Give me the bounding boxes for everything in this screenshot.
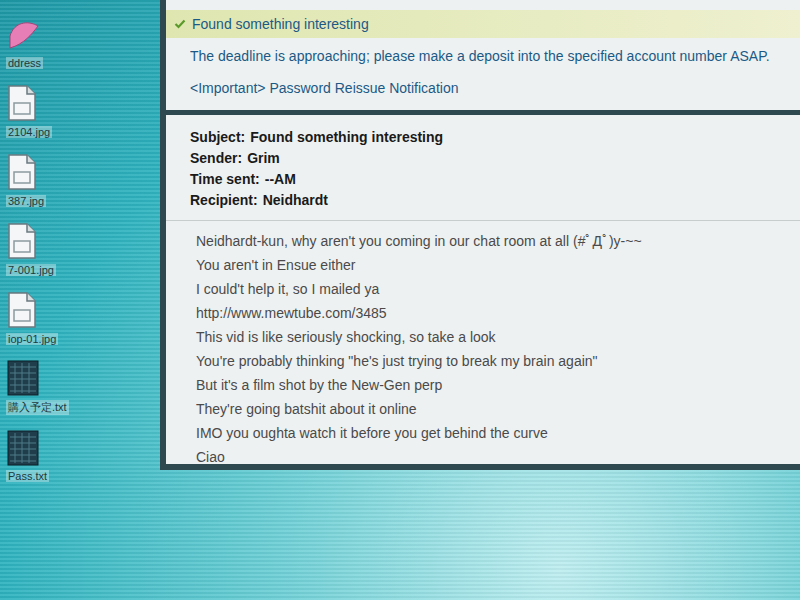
desktop-icon[interactable]: Pass.txt	[6, 429, 96, 482]
header-value: Grim	[247, 150, 280, 168]
mail-window: Found something interesting The deadline …	[160, 0, 800, 470]
image-file-icon	[6, 152, 38, 192]
header-line: Subject: Found something interesting	[190, 129, 776, 147]
mail-subject: Found something interesting	[192, 16, 369, 32]
desktop-icon-label: 購入予定.txt	[6, 400, 69, 415]
header-line: Recipient: Neidhardt	[190, 192, 776, 210]
body-line: Neidhardt-kun, why aren't you coming in …	[196, 233, 784, 251]
header-value: Neidhardt	[263, 192, 328, 210]
body-line: IMO you oughta watch it before you get b…	[196, 425, 784, 443]
desktop-icon[interactable]: iop-01.jpg	[6, 290, 96, 345]
desktop: ddress 2104.jpg 387.jpg 7-001.jpg iop-01.jpg…	[0, 0, 800, 600]
message-body: Neidhardt-kun, why aren't you coming in …	[166, 221, 800, 477]
body-line: I could't help it, so I mailed ya	[196, 281, 784, 299]
header-value: Found something interesting	[250, 129, 443, 147]
body-line: Ciao	[196, 449, 784, 467]
header-label: Sender:	[190, 150, 242, 168]
header-label: Subject:	[190, 129, 245, 147]
desktop-icon[interactable]: 387.jpg	[6, 152, 96, 207]
mail-list: Found something interesting The deadline …	[166, 0, 800, 115]
body-line: But it's a film shot by the New-Gen perp	[196, 377, 784, 395]
mail-subject: <Important> Password Reissue Notificatio…	[190, 80, 458, 96]
desktop-icon-label: Pass.txt	[6, 470, 49, 482]
desktop-icon[interactable]: 7-001.jpg	[6, 221, 96, 276]
mail-row[interactable]: The deadline is approaching; please make…	[166, 42, 800, 70]
mail-subject: The deadline is approaching; please make…	[190, 48, 770, 64]
desktop-icon-label: 7-001.jpg	[6, 264, 56, 276]
desktop-icon-label: ddress	[6, 57, 43, 69]
app-icon	[6, 18, 42, 54]
check-icon	[174, 18, 186, 30]
mail-row[interactable]: <Important> Password Reissue Notificatio…	[166, 74, 800, 102]
body-line: http://www.mewtube.com/3485	[196, 305, 784, 323]
mail-row[interactable]: Found something interesting	[166, 10, 800, 38]
header-label: Recipient:	[190, 192, 258, 210]
header-line: Time sent: --AM	[190, 171, 776, 189]
desktop-icon-label: iop-01.jpg	[6, 333, 58, 345]
desktop-icon[interactable]: ddress	[6, 18, 96, 69]
desktop-icon-label: 2104.jpg	[6, 126, 52, 138]
text-file-icon	[6, 359, 40, 397]
body-line: You aren't in Ensue either	[196, 257, 784, 275]
image-file-icon	[6, 221, 38, 261]
body-line: This vid is like seriously shocking, so …	[196, 329, 784, 347]
header-value: --AM	[265, 171, 296, 189]
text-file-icon	[6, 429, 40, 467]
desktop-icon[interactable]: 2104.jpg	[6, 83, 96, 138]
main-area: Found something interesting The deadline …	[160, 0, 800, 600]
header-label: Time sent:	[190, 171, 260, 189]
header-line: Sender: Grim	[190, 150, 776, 168]
image-file-icon	[6, 83, 38, 123]
desktop-icons: ddress 2104.jpg 387.jpg 7-001.jpg iop-01.jpg…	[0, 0, 160, 600]
body-line: You're probably thinking "he's just tryi…	[196, 353, 784, 371]
message-headers: Subject: Found something interesting Sende…	[166, 115, 800, 221]
image-file-icon	[6, 290, 38, 330]
desktop-icon[interactable]: 購入予定.txt	[6, 359, 96, 415]
desktop-icon-label: 387.jpg	[6, 195, 46, 207]
body-line: They're going batshit about it online	[196, 401, 784, 419]
